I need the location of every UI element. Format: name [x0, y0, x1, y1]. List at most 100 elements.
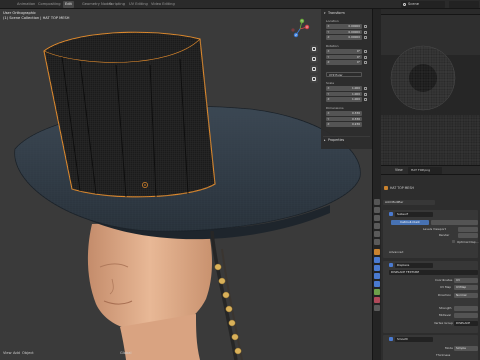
- particles-tab-icon[interactable]: [374, 265, 380, 271]
- image-editor-header: View HAT TOP.png: [381, 165, 480, 174]
- view-layer-tab-icon[interactable]: [374, 223, 380, 229]
- world-tab-icon[interactable]: [374, 239, 380, 245]
- hand-icon[interactable]: [310, 55, 318, 63]
- coordinates-label: Coordinates: [435, 278, 453, 282]
- add-menu[interactable]: Add: [13, 351, 20, 355]
- scene-icon: [403, 3, 406, 6]
- advanced-subpanel[interactable]: Advanced: [389, 250, 403, 254]
- lock-icon[interactable]: [364, 36, 367, 39]
- rotation-z-field[interactable]: Z 0°: [326, 60, 362, 65]
- properties-header[interactable]: Properties: [323, 136, 370, 143]
- view-menu[interactable]: View: [3, 351, 12, 355]
- image-view-menu[interactable]: View: [393, 167, 405, 174]
- gizmo-x-label: X: [306, 25, 308, 29]
- location-label: Location: [326, 19, 339, 23]
- simple-button[interactable]: [431, 220, 478, 225]
- image-selector[interactable]: HAT TOP.png: [408, 167, 442, 174]
- workspace-tab-video-editing[interactable]: Video Editing: [149, 1, 177, 8]
- catmull-clark-button[interactable]: Catmull-Clark: [391, 220, 429, 225]
- subsurf-name-field[interactable]: Subsurf: [395, 212, 433, 217]
- scene-name: Scene: [408, 2, 419, 6]
- physics-tab-icon[interactable]: [374, 273, 380, 279]
- dimensions-z-field[interactable]: Z 0.236: [326, 122, 362, 127]
- optimal-display-label: Optimal Disp...: [457, 240, 479, 244]
- lock-icon[interactable]: [364, 50, 367, 53]
- coordinates-dropdown[interactable]: UV: [454, 278, 478, 283]
- rotation-label: Rotation: [326, 44, 339, 48]
- texture-preview: [381, 45, 480, 165]
- uv-map-label: UV Map: [440, 285, 452, 289]
- displace-modifier-icon: [389, 263, 393, 267]
- scene-tab-icon[interactable]: [374, 231, 380, 237]
- tool-tab-icon[interactable]: [374, 199, 380, 205]
- lock-icon[interactable]: [364, 25, 367, 28]
- render-levels-field[interactable]: [458, 233, 478, 238]
- workspace-tab-compositing[interactable]: Compositing: [36, 1, 63, 8]
- 3d-viewport[interactable]: User Orthographic (1) Scene Collection |…: [0, 9, 372, 360]
- object-menu[interactable]: Object: [22, 351, 34, 355]
- lock-icon[interactable]: [364, 61, 367, 64]
- scene-selector[interactable]: Scene: [401, 1, 445, 8]
- constraints-tab-icon[interactable]: [374, 281, 380, 287]
- modifier-wrench-icon[interactable]: [374, 257, 380, 263]
- data-tab-icon[interactable]: [374, 289, 380, 295]
- location-y-field[interactable]: Y 0.00000: [326, 29, 362, 35]
- properties-editor: HAT TOP MESH Add Modifier Subsurf Catmul…: [381, 174, 480, 360]
- thickness-label: Thickness: [436, 353, 451, 357]
- direction-dropdown[interactable]: Normal: [454, 293, 478, 298]
- levels-viewport-label: Levels Viewport: [423, 227, 446, 231]
- scale-z-field[interactable]: Z 1.000: [326, 97, 362, 102]
- smooth-mode-label: Mode: [445, 346, 453, 350]
- midlevel-field[interactable]: [454, 313, 478, 318]
- rotation-x-field[interactable]: X 0°: [326, 49, 362, 54]
- material-tab-icon[interactable]: [374, 297, 380, 303]
- lock-icon[interactable]: [364, 92, 367, 96]
- uv-map-field[interactable]: UVMap: [454, 285, 478, 290]
- zoom-icon[interactable]: [310, 45, 318, 53]
- rotation-y-field[interactable]: Y 0°: [326, 54, 362, 60]
- add-modifier-button[interactable]: Add Modifier: [383, 200, 435, 205]
- scale-y-field[interactable]: Y 1.000: [326, 91, 362, 97]
- lock-icon[interactable]: [364, 87, 367, 90]
- camera-icon[interactable]: [310, 65, 318, 73]
- view-layer-selector[interactable]: [449, 1, 479, 8]
- object-name: HAT TOP MESH: [390, 186, 414, 190]
- sidebar-n-panel: Transform Location X0.00000 Y0.00000 Z0.…: [321, 9, 372, 149]
- scale-x-field[interactable]: X 1.000: [326, 86, 362, 91]
- object-tab-icon[interactable]: [374, 249, 380, 255]
- properties-tab-strip: [373, 9, 381, 360]
- grid-icon[interactable]: [310, 75, 318, 83]
- strength-label: Strength: [439, 306, 452, 310]
- transform-header[interactable]: Transform: [323, 10, 370, 16]
- render-levels-label: Render: [439, 233, 450, 237]
- lock-icon[interactable]: [364, 55, 367, 59]
- workspace-tab-scripting[interactable]: Scripting: [107, 1, 127, 8]
- render-tab-icon[interactable]: [374, 207, 380, 213]
- dimensions-y-field[interactable]: Y 0.336: [326, 116, 362, 122]
- smooth-mode-dropdown[interactable]: Simple: [454, 346, 478, 351]
- dimensions-x-field[interactable]: X 0.336: [326, 111, 362, 116]
- view-gizmo[interactable]: X Y Z: [289, 18, 311, 40]
- smooth-name-field[interactable]: Smooth: [395, 337, 433, 342]
- strength-field[interactable]: [454, 306, 478, 311]
- transform-orientation-dropdown[interactable]: Global: [120, 351, 131, 355]
- lock-icon[interactable]: [364, 30, 367, 34]
- image-editor[interactable]: [381, 15, 480, 165]
- output-tab-icon[interactable]: [374, 215, 380, 221]
- displace-texture-selector[interactable]: DISPLACE TEXTURE: [389, 270, 478, 275]
- workspace-tab-edit[interactable]: Edit: [63, 1, 74, 8]
- workspace-tab-uv-editing[interactable]: UV Editing: [127, 1, 150, 8]
- texture-tab-icon[interactable]: [374, 305, 380, 311]
- workspace-tab-animation[interactable]: Animation: [15, 1, 37, 8]
- smooth-modifier-icon: [389, 337, 393, 341]
- midlevel-label: Midlevel: [439, 313, 452, 317]
- view-name: User Orthographic: [3, 11, 37, 15]
- scale-label: Scale: [326, 81, 335, 85]
- displace-name-field[interactable]: Displace: [395, 263, 433, 268]
- location-z-field[interactable]: Z 0.00000: [326, 35, 362, 40]
- location-x-field[interactable]: X 0.00000: [326, 24, 362, 29]
- lock-icon[interactable]: [364, 98, 367, 101]
- levels-viewport-field[interactable]: [458, 227, 478, 232]
- vertex-group-field[interactable]: DISPLACE: [454, 321, 478, 326]
- rotation-mode-dropdown[interactable]: XYZ Euler: [326, 72, 362, 77]
